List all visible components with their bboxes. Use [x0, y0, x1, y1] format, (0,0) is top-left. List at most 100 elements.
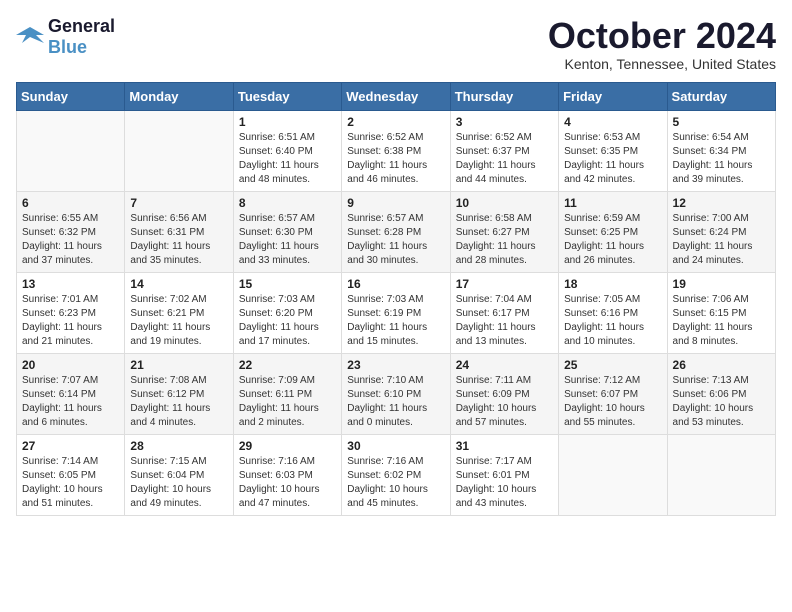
weekday-header: Tuesday [233, 82, 341, 110]
day-number: 23 [347, 358, 444, 372]
day-info: Sunrise: 7:07 AM Sunset: 6:14 PM Dayligh… [22, 374, 119, 430]
day-number: 2 [347, 115, 444, 129]
day-number: 6 [22, 196, 119, 210]
day-number: 8 [239, 196, 336, 210]
calendar-cell: 29 Sunrise: 7:16 AM Sunset: 6:03 PM Dayli… [233, 434, 341, 515]
day-number: 12 [673, 196, 770, 210]
calendar-week-row: 13 Sunrise: 7:01 AM Sunset: 6:23 PM Dayli… [17, 272, 776, 353]
calendar-cell: 27Sunrise: 7:14 AM Sunset: 6:05 PM Dayli… [17, 434, 125, 515]
calendar-cell: 30Sunrise: 7:16 AM Sunset: 6:02 PM Dayli… [342, 434, 450, 515]
calendar-cell: 11 Sunrise: 6:59 AM Sunset: 6:25 PM Dayli… [559, 191, 667, 272]
calendar-cell: 24 Sunrise: 7:11 AM Sunset: 6:09 PM Dayli… [450, 353, 558, 434]
day-number: 19 [673, 277, 770, 291]
day-number: 11 [564, 196, 661, 210]
location: Kenton, Tennessee, United States [548, 56, 776, 72]
calendar-cell: 10Sunrise: 6:58 AM Sunset: 6:27 PM Dayli… [450, 191, 558, 272]
calendar-cell: 15 Sunrise: 7:03 AM Sunset: 6:20 PM Dayli… [233, 272, 341, 353]
calendar-cell: 20 Sunrise: 7:07 AM Sunset: 6:14 PM Dayli… [17, 353, 125, 434]
day-info: Sunrise: 7:08 AM Sunset: 6:12 PM Dayligh… [130, 374, 227, 430]
calendar-cell: 13 Sunrise: 7:01 AM Sunset: 6:23 PM Dayli… [17, 272, 125, 353]
calendar-cell: 7Sunrise: 6:56 AM Sunset: 6:31 PM Daylig… [125, 191, 233, 272]
day-info: Sunrise: 7:13 AM Sunset: 6:06 PM Dayligh… [673, 374, 770, 430]
day-number: 17 [456, 277, 553, 291]
day-number: 5 [673, 115, 770, 129]
day-number: 3 [456, 115, 553, 129]
day-number: 13 [22, 277, 119, 291]
title-block: October 2024 Kenton, Tennessee, United S… [548, 16, 776, 72]
calendar-cell: 5 Sunrise: 6:54 AM Sunset: 6:34 PM Daylig… [667, 110, 775, 191]
day-number: 30 [347, 439, 444, 453]
calendar-header-row: SundayMondayTuesdayWednesdayThursdayFrid… [17, 82, 776, 110]
day-number: 31 [456, 439, 553, 453]
calendar-cell: 19 Sunrise: 7:06 AM Sunset: 6:15 PM Dayli… [667, 272, 775, 353]
day-info: Sunrise: 7:00 AM Sunset: 6:24 PM Dayligh… [673, 212, 770, 268]
day-info: Sunrise: 7:03 AM Sunset: 6:19 PM Dayligh… [347, 293, 444, 349]
day-info: Sunrise: 6:55 AM Sunset: 6:32 PM Dayligh… [22, 212, 119, 268]
weekday-header: Saturday [667, 82, 775, 110]
logo-text: General Blue [48, 16, 115, 58]
day-number: 28 [130, 439, 227, 453]
day-info: Sunrise: 6:57 AM Sunset: 6:30 PM Dayligh… [239, 212, 336, 268]
calendar-week-row: 6 Sunrise: 6:55 AM Sunset: 6:32 PM Daylig… [17, 191, 776, 272]
weekday-header: Monday [125, 82, 233, 110]
calendar-table: SundayMondayTuesdayWednesdayThursdayFrid… [16, 82, 776, 516]
calendar-cell [125, 110, 233, 191]
calendar-cell: 18Sunrise: 7:05 AM Sunset: 6:16 PM Dayli… [559, 272, 667, 353]
calendar-cell: 17 Sunrise: 7:04 AM Sunset: 6:17 PM Dayli… [450, 272, 558, 353]
day-info: Sunrise: 7:03 AM Sunset: 6:20 PM Dayligh… [239, 293, 336, 349]
day-info: Sunrise: 6:52 AM Sunset: 6:38 PM Dayligh… [347, 131, 444, 187]
day-info: Sunrise: 7:04 AM Sunset: 6:17 PM Dayligh… [456, 293, 553, 349]
calendar-cell: 6 Sunrise: 6:55 AM Sunset: 6:32 PM Daylig… [17, 191, 125, 272]
day-info: Sunrise: 6:58 AM Sunset: 6:27 PM Dayligh… [456, 212, 553, 268]
calendar-cell: 31Sunrise: 7:17 AM Sunset: 6:01 PM Dayli… [450, 434, 558, 515]
day-info: Sunrise: 6:53 AM Sunset: 6:35 PM Dayligh… [564, 131, 661, 187]
calendar-week-row: 1 Sunrise: 6:51 AM Sunset: 6:40 PM Daylig… [17, 110, 776, 191]
day-number: 7 [130, 196, 227, 210]
day-info: Sunrise: 7:01 AM Sunset: 6:23 PM Dayligh… [22, 293, 119, 349]
calendar-cell [667, 434, 775, 515]
day-info: Sunrise: 7:12 AM Sunset: 6:07 PM Dayligh… [564, 374, 661, 430]
calendar-cell: 14 Sunrise: 7:02 AM Sunset: 6:21 PM Dayli… [125, 272, 233, 353]
calendar-cell: 21 Sunrise: 7:08 AM Sunset: 6:12 PM Dayli… [125, 353, 233, 434]
day-info: Sunrise: 6:52 AM Sunset: 6:37 PM Dayligh… [456, 131, 553, 187]
day-info: Sunrise: 7:06 AM Sunset: 6:15 PM Dayligh… [673, 293, 770, 349]
day-number: 20 [22, 358, 119, 372]
day-info: Sunrise: 7:09 AM Sunset: 6:11 PM Dayligh… [239, 374, 336, 430]
day-number: 16 [347, 277, 444, 291]
calendar-cell: 4Sunrise: 6:53 AM Sunset: 6:35 PM Daylig… [559, 110, 667, 191]
day-number: 25 [564, 358, 661, 372]
day-info: Sunrise: 7:02 AM Sunset: 6:21 PM Dayligh… [130, 293, 227, 349]
calendar-cell [17, 110, 125, 191]
calendar-cell: 16 Sunrise: 7:03 AM Sunset: 6:19 PM Dayli… [342, 272, 450, 353]
day-info: Sunrise: 7:10 AM Sunset: 6:10 PM Dayligh… [347, 374, 444, 430]
calendar-cell: 23 Sunrise: 7:10 AM Sunset: 6:10 PM Dayli… [342, 353, 450, 434]
calendar-cell: 8 Sunrise: 6:57 AM Sunset: 6:30 PM Daylig… [233, 191, 341, 272]
day-info: Sunrise: 6:51 AM Sunset: 6:40 PM Dayligh… [239, 131, 336, 187]
day-info: Sunrise: 7:15 AM Sunset: 6:04 PM Dayligh… [130, 455, 227, 511]
day-number: 14 [130, 277, 227, 291]
calendar-cell [559, 434, 667, 515]
calendar-cell: 3 Sunrise: 6:52 AM Sunset: 6:37 PM Daylig… [450, 110, 558, 191]
day-info: Sunrise: 6:59 AM Sunset: 6:25 PM Dayligh… [564, 212, 661, 268]
weekday-header: Wednesday [342, 82, 450, 110]
calendar-cell: 2 Sunrise: 6:52 AM Sunset: 6:38 PM Daylig… [342, 110, 450, 191]
calendar-cell: 1 Sunrise: 6:51 AM Sunset: 6:40 PM Daylig… [233, 110, 341, 191]
day-number: 1 [239, 115, 336, 129]
calendar-cell: 22Sunrise: 7:09 AM Sunset: 6:11 PM Dayli… [233, 353, 341, 434]
page-header: General Blue October 2024 Kenton, Tennes… [16, 16, 776, 72]
day-number: 21 [130, 358, 227, 372]
calendar-cell: 28 Sunrise: 7:15 AM Sunset: 6:04 PM Dayli… [125, 434, 233, 515]
day-number: 27 [22, 439, 119, 453]
day-number: 29 [239, 439, 336, 453]
logo: General Blue [16, 16, 115, 58]
day-number: 15 [239, 277, 336, 291]
weekday-header: Sunday [17, 82, 125, 110]
day-number: 18 [564, 277, 661, 291]
day-number: 24 [456, 358, 553, 372]
day-info: Sunrise: 6:57 AM Sunset: 6:28 PM Dayligh… [347, 212, 444, 268]
logo-icon [16, 25, 44, 49]
day-info: Sunrise: 6:54 AM Sunset: 6:34 PM Dayligh… [673, 131, 770, 187]
calendar-week-row: 27Sunrise: 7:14 AM Sunset: 6:05 PM Dayli… [17, 434, 776, 515]
day-info: Sunrise: 7:16 AM Sunset: 6:03 PM Dayligh… [239, 455, 336, 511]
day-info: Sunrise: 7:11 AM Sunset: 6:09 PM Dayligh… [456, 374, 553, 430]
